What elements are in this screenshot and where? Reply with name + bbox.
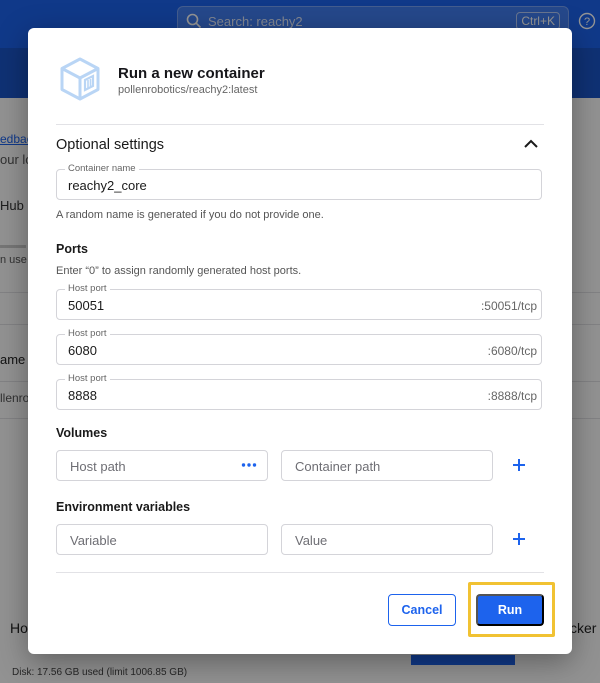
- dialog-header: Run a new container pollenrobotics/reach…: [28, 28, 572, 124]
- container-port: :50051/tcp: [480, 299, 537, 313]
- container-path-placeholder: Container path: [295, 459, 381, 474]
- container-name-helper: A random name is generated if you do not…: [56, 209, 324, 221]
- container-name-field[interactable]: Container name reachy2_core: [56, 164, 542, 200]
- host-path-placeholder: Host path: [70, 459, 126, 474]
- cancel-button[interactable]: Cancel: [388, 594, 456, 626]
- add-volume-plus-icon[interactable]: [512, 458, 526, 472]
- value-input[interactable]: Value: [281, 524, 493, 555]
- container-name-label: Container name: [65, 164, 139, 174]
- host-port-label: Host port: [65, 284, 110, 294]
- container-port: :6080/tcp: [487, 344, 537, 358]
- host-port-value: 8888: [68, 388, 97, 403]
- chevron-up-icon[interactable]: [523, 138, 539, 150]
- host-port-field[interactable]: Host port 50051 :50051/tcp: [56, 284, 542, 320]
- run-button-highlight: [468, 582, 555, 637]
- ports-helper: Enter “0” to assign randomly generated h…: [56, 265, 302, 277]
- value-placeholder: Value: [295, 533, 328, 548]
- header-divider: [56, 124, 544, 125]
- container-name-value: reachy2_core: [68, 178, 147, 193]
- container-path-input[interactable]: Container path: [281, 450, 493, 481]
- host-port-field[interactable]: Host port 8888 :8888/tcp: [56, 374, 542, 410]
- optional-settings-title[interactable]: Optional settings: [56, 137, 164, 153]
- host-port-label: Host port: [65, 374, 110, 384]
- more-dots-icon[interactable]: [241, 460, 257, 470]
- host-path-input[interactable]: Host path: [56, 450, 268, 481]
- host-port-value: 50051: [68, 298, 105, 313]
- variable-placeholder: Variable: [70, 533, 117, 548]
- container-cube-icon: [60, 57, 100, 101]
- footer-divider: [56, 572, 544, 573]
- dialog-title: Run a new container: [118, 65, 265, 82]
- host-port-label: Host port: [65, 329, 110, 339]
- variable-input[interactable]: Variable: [56, 524, 268, 555]
- add-env-plus-icon[interactable]: [512, 532, 526, 546]
- image-name: pollenrobotics/reachy2:latest: [118, 84, 258, 96]
- host-port-value: 6080: [68, 343, 97, 358]
- host-port-field[interactable]: Host port 6080 :6080/tcp: [56, 329, 542, 365]
- ports-title: Ports: [56, 242, 88, 256]
- volumes-title: Volumes: [56, 426, 108, 440]
- run-container-dialog: Run a new container pollenrobotics/reach…: [28, 28, 572, 654]
- container-port: :8888/tcp: [487, 389, 537, 403]
- env-vars-title: Environment variables: [56, 500, 191, 514]
